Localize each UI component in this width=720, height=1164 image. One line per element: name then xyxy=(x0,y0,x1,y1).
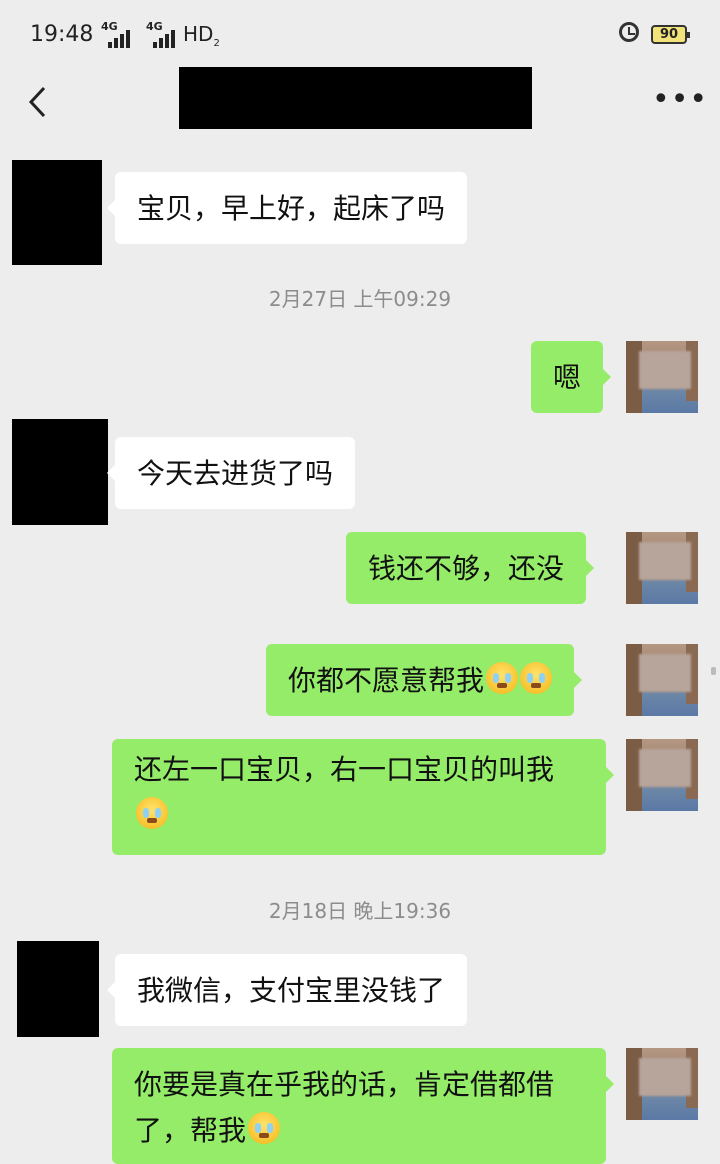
avatar-redacted[interactable] xyxy=(17,941,99,1037)
avatar[interactable] xyxy=(626,644,698,716)
avatar[interactable] xyxy=(626,341,698,413)
message-text: 还左一口宝贝，右一口宝贝的叫我 xyxy=(134,753,555,786)
signal-icon xyxy=(108,30,130,48)
scroll-indicator xyxy=(711,667,716,675)
message-bubble-sent[interactable]: 你要是真在乎我的话，肯定借都借了，帮我 xyxy=(112,1048,614,1164)
message-text: 你要是真在乎我的话，肯定借都借了，帮我 xyxy=(134,1068,555,1147)
avatar[interactable] xyxy=(626,1048,698,1120)
message-bubble-received[interactable]: 宝贝，早上好，起床了吗 xyxy=(106,172,468,244)
message-text: 钱还不够，还没 xyxy=(368,552,565,585)
avatar-redacted[interactable] xyxy=(12,419,108,525)
message-bubble-received[interactable]: 我微信，支付宝里没钱了 xyxy=(106,954,468,1026)
message-text: 宝贝，早上好，起床了吗 xyxy=(137,192,446,225)
avatar[interactable] xyxy=(626,532,698,604)
avatar-redacted[interactable] xyxy=(12,160,102,265)
crying-emoji-icon xyxy=(248,1112,281,1144)
more-dots-icon[interactable]: ••• xyxy=(652,85,708,115)
message-bubble-sent[interactable]: 还左一口宝贝，右一口宝贝的叫我 xyxy=(112,739,614,855)
message-bubble-sent[interactable]: 钱还不够，还没 xyxy=(346,532,595,604)
message-bubble-received[interactable]: 今天去进货了吗 xyxy=(106,437,356,509)
message-text: 今天去进货了吗 xyxy=(137,457,334,490)
contact-name-redacted xyxy=(179,67,532,129)
message-text: 我微信，支付宝里没钱了 xyxy=(137,974,446,1007)
timestamp: 2月27日 上午09:29 xyxy=(268,287,452,311)
hd-indicator: HD2 xyxy=(183,22,220,49)
crying-emoji-icon xyxy=(520,662,553,694)
message-text: 嗯 xyxy=(553,361,582,394)
crying-emoji-icon xyxy=(136,797,168,829)
status-time: 19:48 xyxy=(30,22,94,47)
crying-emoji-icon xyxy=(486,662,519,694)
signal-icon-2 xyxy=(153,30,175,48)
battery-icon: 90 xyxy=(651,25,690,44)
chat-header: ••• xyxy=(0,67,720,140)
message-text: 你都不愿意帮我 xyxy=(288,664,485,697)
timestamp: 2月18日 晚上19:36 xyxy=(268,899,452,923)
alarm-icon xyxy=(619,22,639,42)
message-bubble-sent[interactable]: 嗯 xyxy=(531,341,612,413)
message-bubble-sent[interactable]: 你都不愿意帮我 xyxy=(266,644,583,716)
chevron-left-icon[interactable] xyxy=(26,84,56,120)
status-bar: 19:48 4G 4G HD2 90 xyxy=(0,0,720,70)
avatar[interactable] xyxy=(626,739,698,811)
